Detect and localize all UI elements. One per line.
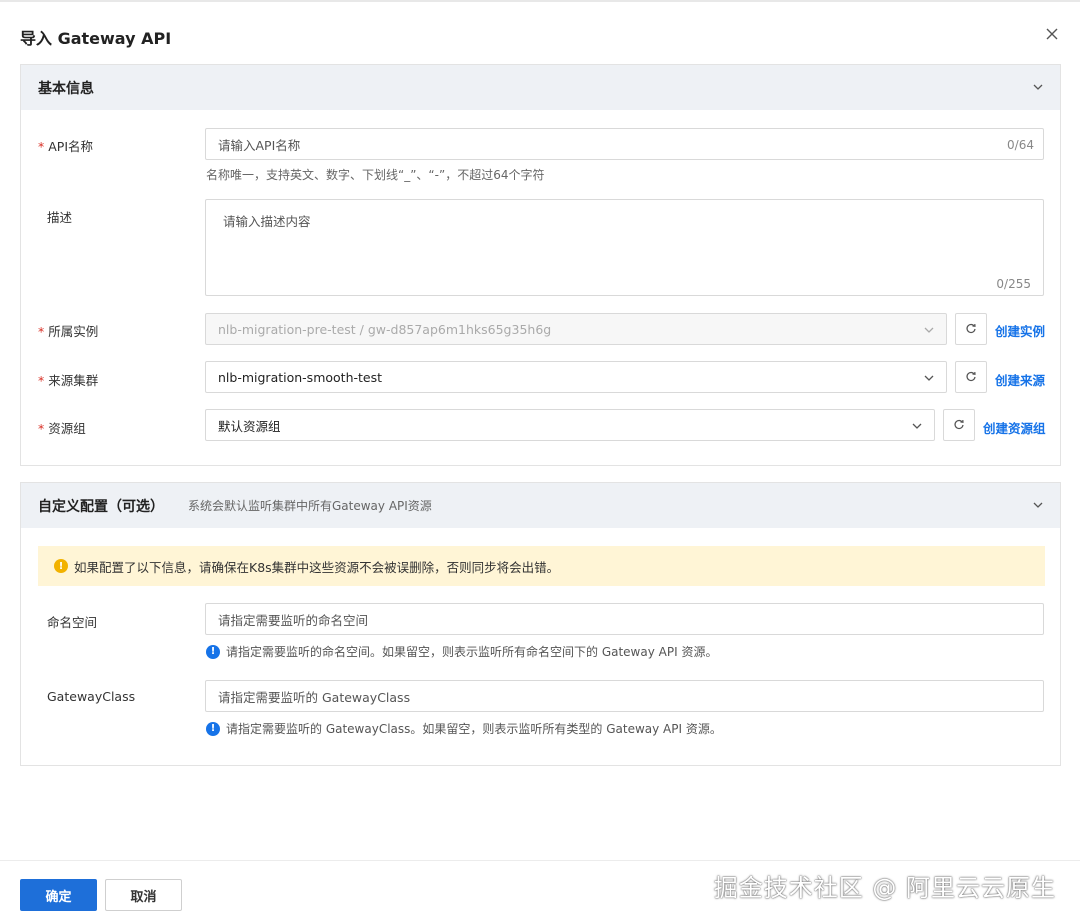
instance-refresh-button[interactable]: [955, 313, 987, 345]
source-cluster-label: * 来源集群: [38, 373, 99, 388]
gateway-class-input[interactable]: 请指定需要监听的 GatewayClass: [205, 680, 1044, 712]
source-cluster-select[interactable]: nlb-migration-smooth-test: [205, 361, 947, 393]
basic-info-panel: 基本信息 * API名称 请输入API名称 0/64 名称唯一，支持英文、数字、下…: [20, 64, 1061, 466]
refresh-icon: [966, 371, 976, 382]
namespace-input[interactable]: 请指定需要监听的命名空间: [205, 603, 1044, 635]
create-resource-group-link[interactable]: 创建资源组: [983, 418, 1046, 437]
warning-text: 如果配置了以下信息，请确保在K8s集群中这些资源不会被误删除，否则同步将会出错。: [74, 559, 560, 575]
resource-group-refresh-button[interactable]: [943, 409, 975, 441]
chevron-down-icon[interactable]: [1032, 499, 1044, 511]
api-name-label: * API名称: [38, 139, 94, 154]
basic-info-header[interactable]: 基本信息: [21, 65, 1060, 110]
resource-group-select[interactable]: 默认资源组: [205, 409, 935, 441]
basic-info-title: 基本信息: [38, 80, 94, 97]
custom-config-subtitle: 系统会默认监听集群中所有Gateway API资源: [188, 499, 432, 513]
create-instance-link[interactable]: 创建实例: [995, 321, 1045, 340]
resource-group-label: * 资源组: [38, 421, 86, 436]
refresh-icon: [954, 419, 964, 430]
description-label: 描述: [47, 210, 73, 225]
namespace-placeholder: 请指定需要监听的命名空间: [218, 612, 369, 628]
description-counter: 0/255: [996, 277, 1031, 291]
info-icon: !: [206, 644, 220, 659]
api-name-input[interactable]: 请输入API名称 0/64: [205, 128, 1044, 160]
gateway-class-placeholder: 请指定需要监听的 GatewayClass: [218, 689, 411, 705]
description-placeholder: 请输入描述内容: [223, 214, 311, 229]
api-name-counter: 0/64: [1007, 138, 1034, 152]
source-cluster-value: nlb-migration-smooth-test: [218, 369, 383, 385]
required-mark: *: [38, 139, 45, 154]
instance-label: * 所属实例: [38, 324, 99, 339]
gateway-class-label: GatewayClass: [47, 689, 136, 704]
instance-select[interactable]: nlb-migration-pre-test / gw-d857ap6m1hks…: [205, 313, 947, 345]
api-name-hint: 名称唯一，支持英文、数字、下划线“_”、“-”，不超过64个字符: [206, 168, 545, 182]
custom-config-title: 自定义配置（可选）: [38, 498, 164, 515]
custom-config-header[interactable]: 自定义配置（可选） 系统会默认监听集群中所有Gateway API资源: [21, 483, 1060, 528]
footer-divider: [0, 860, 1080, 861]
chevron-down-icon: [912, 423, 922, 429]
chevron-down-icon: [924, 327, 934, 333]
resource-group-value: 默认资源组: [218, 418, 281, 434]
api-name-placeholder: 请输入API名称: [218, 137, 301, 153]
custom-config-panel: 自定义配置（可选） 系统会默认监听集群中所有Gateway API资源 ! 如果…: [20, 482, 1061, 766]
namespace-hint: ! 请指定需要监听的命名空间。如果留空，则表示监听所有命名空间下的 Gatewa…: [206, 643, 717, 660]
confirm-button[interactable]: 确定: [20, 879, 97, 911]
info-icon: !: [206, 721, 220, 736]
create-source-link[interactable]: 创建来源: [995, 370, 1045, 389]
chevron-down-icon[interactable]: [1032, 81, 1044, 93]
cancel-button[interactable]: 取消: [105, 879, 182, 911]
instance-value: nlb-migration-pre-test / gw-d857ap6m1hks…: [218, 321, 552, 337]
top-divider: [0, 0, 1080, 2]
close-icon[interactable]: [1044, 26, 1060, 42]
refresh-icon: [966, 323, 976, 334]
namespace-label: 命名空间: [47, 615, 98, 630]
gateway-class-hint: ! 请指定需要监听的 GatewayClass。如果留空，则表示监听所有类型的 …: [206, 720, 722, 737]
source-refresh-button[interactable]: [955, 361, 987, 393]
dialog-title: 导入 Gateway API: [20, 29, 172, 48]
required-mark: *: [38, 324, 45, 339]
watermark: 掘金技术社区 @ 阿里云云原生: [713, 874, 1056, 902]
warning-banner: ! 如果配置了以下信息，请确保在K8s集群中这些资源不会被误删除，否则同步将会出…: [38, 546, 1045, 586]
chevron-down-icon: [924, 375, 934, 381]
required-mark: *: [38, 421, 45, 436]
warning-icon: !: [54, 559, 68, 573]
description-textarea[interactable]: 请输入描述内容 0/255: [205, 199, 1044, 296]
required-mark: *: [38, 373, 45, 388]
